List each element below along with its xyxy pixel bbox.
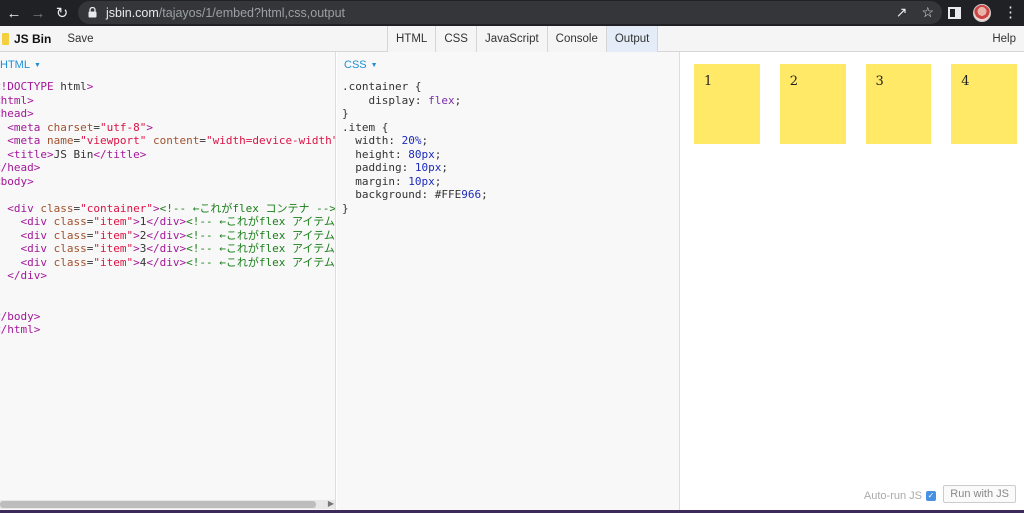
reload-icon[interactable]: ↻ [50, 1, 74, 25]
forward-icon[interactable]: → [26, 1, 50, 25]
flex-item-4: 4 [951, 64, 1017, 144]
html-code-line[interactable]: </div> [0, 269, 335, 283]
help-button[interactable]: Help [992, 33, 1016, 45]
flex-item-2: 2 [779, 64, 846, 144]
jsbin-logo-text: JS Bin [14, 31, 52, 46]
save-button[interactable]: Save [67, 33, 93, 45]
html-code-line[interactable] [0, 188, 335, 202]
css-code-line[interactable]: height: 80px; [342, 148, 488, 162]
html-code-line[interactable]: </body> [0, 310, 335, 324]
html-code-line[interactable] [0, 296, 335, 310]
css-code-line[interactable]: } [342, 202, 488, 216]
chrome-menu-icon[interactable]: ⋮ [1003, 5, 1018, 20]
html-code-line[interactable]: <div class="item">4</div><!-- ←これがflex ア… [0, 256, 335, 270]
tab-css[interactable]: CSS [435, 26, 476, 52]
tab-javascript[interactable]: JavaScript [475, 26, 547, 52]
flex-item-1: 1 [694, 64, 760, 144]
profile-avatar[interactable] [973, 4, 991, 22]
html-code-line[interactable]: <body> [0, 175, 335, 189]
browser-toolbar: ← → ↻ jsbin.com/tajayos/1/embed?html,css… [0, 0, 1024, 26]
html-code-line[interactable]: <div class="container"><!-- ←これがflex コンテ… [0, 202, 335, 216]
html-code-line[interactable]: </html> [0, 323, 335, 337]
html-code-line[interactable]: <meta name="viewport" content="width=dev… [0, 134, 335, 148]
tab-console[interactable]: Console [546, 26, 606, 52]
jsbin-toolbar: JS Bin Save HTML CSS JavaScript Console … [0, 26, 1024, 52]
caret-down-icon: ▼ [370, 62, 378, 69]
html-code-line[interactable]: <div class="item">2</div><!-- ←これがflex ア… [0, 229, 335, 243]
tab-output[interactable]: Output [605, 26, 659, 52]
html-code-editor[interactable]: <!DOCTYPE html><html><head> <meta charse… [0, 80, 335, 337]
flex-item-3: 3 [865, 64, 932, 144]
html-code-line[interactable]: <html> [0, 94, 335, 108]
run-with-js-button[interactable]: Run with JS [943, 485, 1016, 503]
html-code-line[interactable] [0, 283, 335, 297]
caret-down-icon: ▼ [33, 62, 41, 69]
html-code-line[interactable]: </head> [0, 161, 335, 175]
css-code-line[interactable]: background: #FFE966; [342, 188, 487, 202]
address-bar[interactable]: jsbin.com/tajayos/1/embed?html,css,outpu… [78, 1, 942, 24]
flex-container: 1234 [684, 52, 1024, 154]
bookmark-star-icon[interactable]: ☆ [921, 4, 934, 21]
css-editor-panel[interactable]: CSS ▼ .container { display: flex;} .item {… [337, 52, 680, 513]
side-panel-icon[interactable] [948, 7, 961, 19]
autorun-checkbox[interactable]: ✓ [926, 491, 936, 501]
css-panel-label[interactable]: CSS ▼ [344, 59, 378, 71]
html-editor-panel[interactable]: HTML▼ <!DOCTYPE html><html><head> <meta … [0, 52, 336, 513]
html-code-line[interactable]: <!DOCTYPE html> [0, 80, 335, 94]
scrollbar-thumb[interactable] [0, 501, 316, 508]
share-icon[interactable]: ↗ [896, 4, 908, 21]
autorun-label: Auto-run JS [863, 490, 922, 502]
lock-icon [88, 7, 98, 19]
autorun-toggle[interactable]: Auto-run JS ✓ [864, 490, 936, 502]
css-code-line[interactable]: .item { [342, 121, 488, 135]
scroll-right-icon[interactable]: ▶ [328, 499, 334, 508]
html-code-line[interactable]: <div class="item">3</div><!-- ←これがflex ア… [0, 242, 335, 256]
jsbin-logo[interactable]: JS Bin [0, 32, 51, 46]
jsbin-logo-icon [2, 32, 9, 45]
url-text: jsbin.com/tajayos/1/embed?html,css,outpu… [106, 5, 346, 20]
html-horizontal-scrollbar[interactable]: ▶ [0, 499, 335, 509]
output-panel: 1234 Auto-run JS ✓ Run with JS [681, 52, 1024, 513]
html-code-line[interactable]: <div class="item">1</div><!-- ←これがflex ア… [0, 215, 335, 229]
panel-tabs: HTML CSS JavaScript Console Output [387, 26, 659, 52]
css-code-line[interactable]: margin: 10px; [342, 175, 488, 189]
html-panel-label[interactable]: HTML ▼ [0, 59, 41, 71]
css-code-line[interactable]: padding: 10px; [342, 161, 488, 175]
css-code-line[interactable]: } [342, 107, 488, 121]
back-icon[interactable]: ← [2, 1, 26, 25]
html-code-line[interactable]: <meta charset="utf-8"> [0, 121, 335, 135]
css-code-line[interactable]: .container { [342, 80, 488, 94]
css-code-line[interactable]: width: 20%; [342, 134, 488, 148]
css-code-editor[interactable]: .container { display: flex;} .item { widt… [342, 80, 488, 215]
tab-html[interactable]: HTML [387, 26, 436, 52]
css-code-line[interactable]: display: flex; [342, 94, 488, 108]
html-code-line[interactable]: <head> [0, 107, 335, 121]
html-code-line[interactable]: <title>JS Bin</title> [0, 148, 335, 162]
